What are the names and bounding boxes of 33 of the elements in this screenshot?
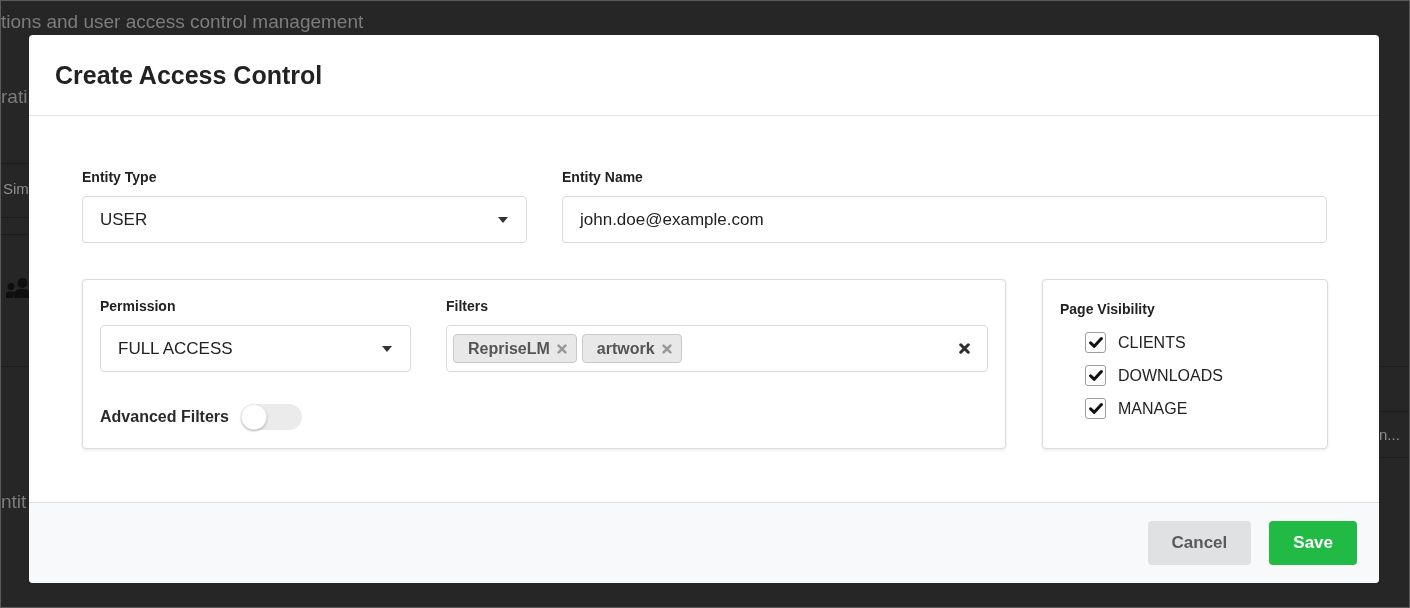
background-text: n... [1379,425,1400,445]
clear-icon[interactable] [959,343,970,354]
background-text: Sim [3,179,29,199]
checkbox-label: DOWNLOADS [1118,366,1223,385]
checkmark-icon [1088,370,1103,381]
checkbox[interactable] [1085,398,1106,419]
caret-icon [498,216,508,223]
people-icon [6,278,31,298]
filter-tag[interactable]: RepriseLM [453,334,577,363]
entity-type-dropdown[interactable]: USER [82,196,527,243]
cancel-button[interactable]: Cancel [1147,521,1252,565]
checkbox-label: CLIENTS [1118,333,1186,352]
dialog-title: Create Access Control [55,60,323,90]
entity-name-field[interactable]: john.doe@example.com [562,196,1327,243]
checkbox-label: MANAGE [1118,399,1188,418]
advanced-filters-toggle[interactable] [240,404,302,430]
caret-icon [382,345,392,352]
background-text: ntit [1,491,27,513]
checkbox[interactable] [1085,332,1106,353]
field-label: Permission [100,297,176,315]
checkbox[interactable] [1085,365,1106,386]
field-label: Entity Type [82,168,157,186]
field-label: Filters [446,297,488,315]
filters-field[interactable]: RepriseLM artwork [446,325,988,372]
checkmark-icon [1088,403,1103,414]
permission-dropdown[interactable]: FULL ACCESS [100,325,411,372]
toggle-label: Advanced Filters [100,408,229,426]
field-label: Entity Name [562,168,643,186]
checkmark-icon [1088,337,1103,348]
filter-tag[interactable]: artwork [581,334,682,363]
background-text: rati [1,86,28,108]
section-title: Page Visibility [1060,300,1155,318]
page-subtitle: tions and user access control management [1,11,364,33]
